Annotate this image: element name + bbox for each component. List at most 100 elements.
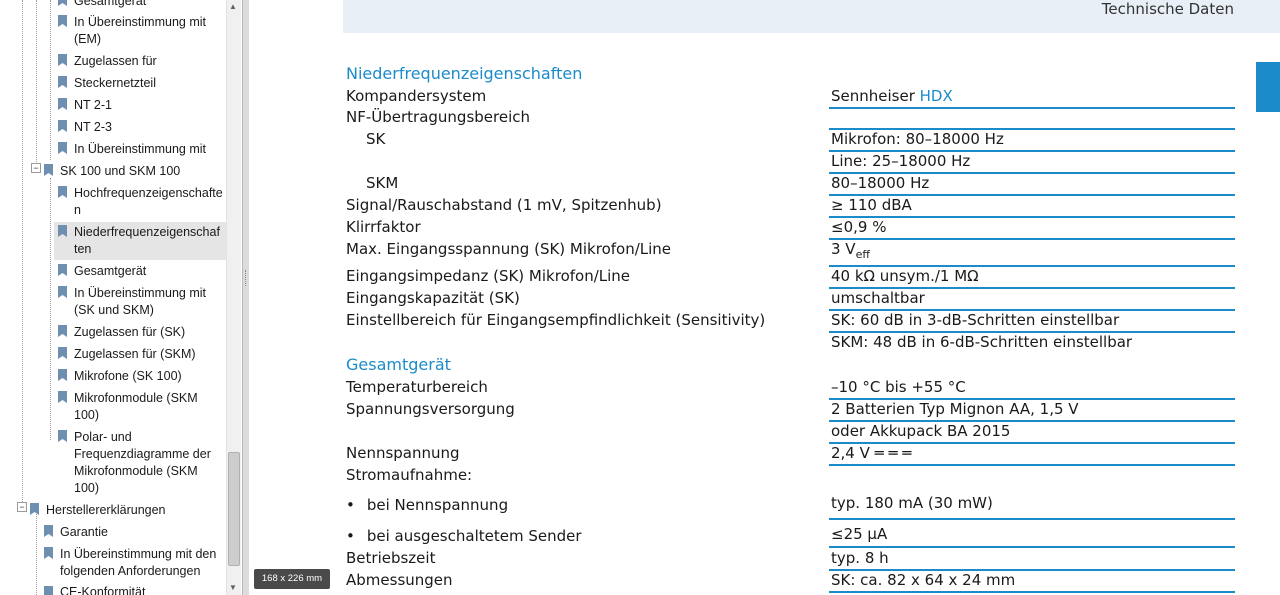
scroll-up-arrow-icon[interactable]: ▲ xyxy=(226,0,240,14)
spec-label-bullet: • bei Nennspannung xyxy=(346,496,508,514)
spec-value-text: Sennheiser xyxy=(831,87,920,105)
collapse-toggle[interactable]: − xyxy=(31,163,41,173)
splitter-grip[interactable] xyxy=(245,270,248,286)
sidebar-item-label: Niederfrequenzeigenschaf xyxy=(74,225,220,239)
spec-label-text: bei ausgeschaltetem Sender xyxy=(366,527,582,545)
sidebar-item-steckernetzteil[interactable]: Steckernetzteil xyxy=(74,75,156,92)
sidebar-item-nt-2-3[interactable]: NT 2-3 xyxy=(74,119,112,136)
bookmark-icon xyxy=(58,15,67,27)
sidebar-item-gesamtgeraet-2[interactable]: Gesamtgerät xyxy=(74,263,146,280)
sidebar-item-zugelassen-fuer[interactable]: Zugelassen für xyxy=(74,53,157,70)
bookmark-icon xyxy=(58,264,67,276)
sidebar-item-label: 100) xyxy=(74,481,100,495)
section-title-niederfrequenz: Niederfrequenzeigenschaften xyxy=(346,64,583,83)
bookmark-icon xyxy=(44,547,53,559)
spec-label-bullet: • bei ausgeschaltetem Sender xyxy=(346,527,582,545)
spec-label: Nennspannung xyxy=(346,444,460,462)
bookmarks-panel: Gesamtgerät In Übereinstimmung mit (EM) … xyxy=(0,0,243,595)
sidebar-item-label: Frequenzdiagramme der xyxy=(74,447,211,461)
tree-guide xyxy=(36,0,37,172)
bookmark-icon xyxy=(58,225,67,237)
spec-label-text: bei Nennspannung xyxy=(366,496,509,514)
sidebar-item-label: In Übereinstimmung mit xyxy=(74,286,206,300)
bookmark-icon xyxy=(58,142,67,154)
hdx-link: HDX xyxy=(919,87,953,105)
page-size-tooltip: 168 x 226 mm xyxy=(254,569,330,589)
spec-value: 2 Batterien Typ Mignon AA, 1,5 V xyxy=(831,400,1079,418)
page-header-title: Technische Daten xyxy=(1101,0,1234,18)
sidebar-item-label: Mikrofonmodule (SKM xyxy=(74,464,198,478)
collapse-toggle[interactable]: − xyxy=(17,502,27,512)
spec-value: –10 °C bis +55 °C xyxy=(831,378,966,396)
sidebar-item-label: (EM) xyxy=(74,32,102,46)
sidebar-item-niederfrequenz[interactable]: Niederfrequenzeigenschaf ten xyxy=(74,224,220,258)
chapter-tab-marker xyxy=(1256,62,1280,112)
spec-label: NF-Übertragungsbereich xyxy=(346,108,531,126)
bookmark-icon xyxy=(58,325,67,337)
sidebar-item-mikrofonmodule[interactable]: Mikrofonmodule (SKM 100) xyxy=(74,390,198,424)
spec-value-subscript: eff xyxy=(855,248,870,261)
spec-value: 80–18000 Hz xyxy=(831,174,930,192)
spec-label: Signal/Rauschabstand (1 mV, Spitzenhub) xyxy=(346,196,662,214)
spec-value: 40 kΩ unsym./1 MΩ xyxy=(831,267,979,285)
bookmark-icon xyxy=(58,76,67,88)
spec-value: 3 Veff xyxy=(831,240,870,261)
sidebar-item-label: Hochfrequenzeigenschafte xyxy=(74,186,223,200)
sidebar-item-gesamtgeraet-1[interactable]: Gesamtgerät xyxy=(74,0,146,10)
spec-value: SK: ca. 82 x 64 x 24 mm xyxy=(831,571,1016,589)
spec-label: Max. Eingangsspannung (SK) Mikrofon/Line xyxy=(346,240,672,258)
spec-label: Eingangsimpedanz (SK) Mikrofon/Line xyxy=(346,267,631,285)
sidebar-item-zugelassen-skm[interactable]: Zugelassen für (SKM) xyxy=(74,346,196,363)
bookmark-icon xyxy=(58,369,67,381)
bookmark-icon xyxy=(58,186,67,198)
spec-label: Einstellbereich für Eingangsempfindlichk… xyxy=(346,311,766,329)
sidebar-item-mikrofone-sk100[interactable]: Mikrofone (SK 100) xyxy=(74,368,182,385)
spec-value: oder Akkupack BA 2015 xyxy=(831,422,1011,440)
value-underline xyxy=(829,546,1235,548)
value-underline xyxy=(829,107,1235,109)
value-underline xyxy=(829,238,1235,240)
spec-value: SKM: 48 dB in 6-dB-Schritten einstellbar xyxy=(831,333,1133,351)
sidebar-item-uebereinstimmung-sk-skm[interactable]: In Übereinstimmung mit (SK und SKM) xyxy=(74,285,206,319)
sidebar-item-ce-konformitaet[interactable]: CE-Konformität xyxy=(60,584,145,595)
spec-value: umschaltbar xyxy=(831,289,925,307)
sidebar-item-label: In Übereinstimmung mit den xyxy=(60,547,217,561)
document-page: Technische Daten Niederfrequenzeigenscha… xyxy=(249,0,1280,595)
bookmark-icon xyxy=(58,347,67,359)
sidebar-item-hochfrequenz[interactable]: Hochfrequenzeigenschafte n xyxy=(74,185,223,219)
spec-value: ≤25 µA xyxy=(831,525,888,543)
spec-value: Mikrofon: 80–18000 Hz xyxy=(831,130,1004,148)
sidebar-item-garantie[interactable]: Garantie xyxy=(60,524,108,541)
sidebar-item-label: ten xyxy=(74,242,92,256)
sidebar-item-uebereinstimmung-em[interactable]: In Übereinstimmung mit (EM) xyxy=(74,14,206,48)
sidebar-item-nt-2-1[interactable]: NT 2-1 xyxy=(74,97,112,114)
scroll-down-arrow-icon[interactable]: ▼ xyxy=(226,581,240,595)
sidebar-item-uebereinstimmung-mit[interactable]: In Übereinstimmung mit xyxy=(74,141,206,158)
sidebar-item-herstellererklaerungen[interactable]: Herstellererklärungen xyxy=(46,502,166,519)
sidebar-item-sk100-skm100[interactable]: SK 100 und SKM 100 xyxy=(60,163,180,180)
spec-value: Line: 25–18000 Hz xyxy=(831,152,971,170)
sidebar-item-uebereinstimmung-anforderungen[interactable]: In Übereinstimmung mit den folgenden Anf… xyxy=(60,546,216,580)
sidebar-item-label: Polar- und xyxy=(74,430,132,444)
value-underline xyxy=(829,518,1235,520)
spec-value: Sennheiser HDX xyxy=(831,87,953,105)
sidebar-scrollbar-thumb[interactable] xyxy=(228,452,240,566)
sidebar-item-label: n xyxy=(74,203,81,217)
spec-label: Kompandersystem xyxy=(346,87,487,105)
page-header-band: Technische Daten xyxy=(343,0,1280,33)
spec-label: SKM xyxy=(366,174,399,192)
sidebar-item-label: In Übereinstimmung mit xyxy=(74,15,206,29)
sidebar-item-polar-frequenzdiagramme[interactable]: Polar- und Frequenzdiagramme der Mikrofo… xyxy=(74,429,211,497)
spec-value-text: 3 V xyxy=(831,240,856,258)
spec-value: typ. 8 h xyxy=(831,549,889,567)
spec-label: SK xyxy=(366,130,386,148)
sidebar-item-label: folgenden Anforderungen xyxy=(60,564,201,578)
bookmark-icon xyxy=(58,98,67,110)
tree-guide xyxy=(50,0,51,160)
sidebar-item-zugelassen-sk[interactable]: Zugelassen für (SK) xyxy=(74,324,185,341)
bookmark-icon xyxy=(30,503,39,515)
value-underline xyxy=(829,216,1235,218)
sidebar-item-label: 100) xyxy=(74,408,100,422)
bookmark-icon xyxy=(58,120,67,132)
spec-value: ≤0,9 % xyxy=(831,218,887,236)
